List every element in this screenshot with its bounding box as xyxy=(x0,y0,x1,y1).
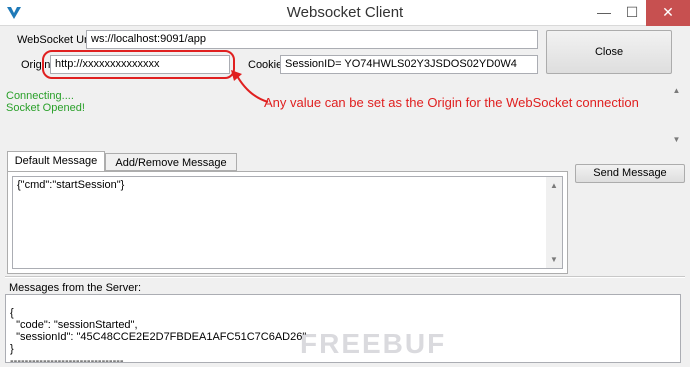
server-messages-label: Messages from the Server: xyxy=(9,282,142,294)
minimize-button[interactable]: — xyxy=(590,0,618,26)
message-tab-panel: {"cmd":"startSession"} ▲ ▼ xyxy=(7,171,568,274)
message-scrollbar[interactable]: ▲ ▼ xyxy=(546,177,562,268)
scroll-down-icon[interactable]: ▼ xyxy=(668,131,685,148)
websocket-url-label: WebSocket Url xyxy=(17,34,91,46)
scroll-up-icon[interactable]: ▲ xyxy=(546,177,562,194)
origin-highlight-box xyxy=(42,50,235,79)
watermark-logo: FREEBUF xyxy=(300,328,447,359)
status-line-opened: Socket Opened! xyxy=(6,102,85,114)
message-input[interactable]: {"cmd":"startSession"} xyxy=(12,176,563,269)
status-scrollbar[interactable]: ▲ ▼ xyxy=(668,82,685,148)
scroll-up-icon[interactable]: ▲ xyxy=(668,82,685,99)
close-button[interactable]: Close xyxy=(546,30,672,74)
tab-add-remove-message-tabs[interactable]: Add/Remove Message Tabs xyxy=(105,153,237,187)
window-close-button[interactable]: ✕ xyxy=(646,0,690,26)
status-line-connecting: Connecting.... xyxy=(6,90,74,102)
cookie-input[interactable]: SessionID= YO74HWLS02Y3JSDOS02YD0W4 xyxy=(280,55,538,74)
scroll-down-icon[interactable]: ▼ xyxy=(546,251,562,268)
maximize-button[interactable]: ☐ xyxy=(618,0,646,26)
status-area: Connecting.... Socket Opened! xyxy=(5,82,668,148)
separator xyxy=(5,276,685,278)
title-bar: Websocket Client — ☐ ✕ xyxy=(0,0,690,26)
window-title: Websocket Client xyxy=(286,4,404,21)
websocket-url-input[interactable]: ws://localhost:9091/app xyxy=(86,30,538,49)
tab-default-message[interactable]: Default Message xyxy=(7,151,105,172)
send-message-button[interactable]: Send Message xyxy=(575,164,685,183)
annotation-text: Any value can be set as the Origin for t… xyxy=(264,95,639,110)
